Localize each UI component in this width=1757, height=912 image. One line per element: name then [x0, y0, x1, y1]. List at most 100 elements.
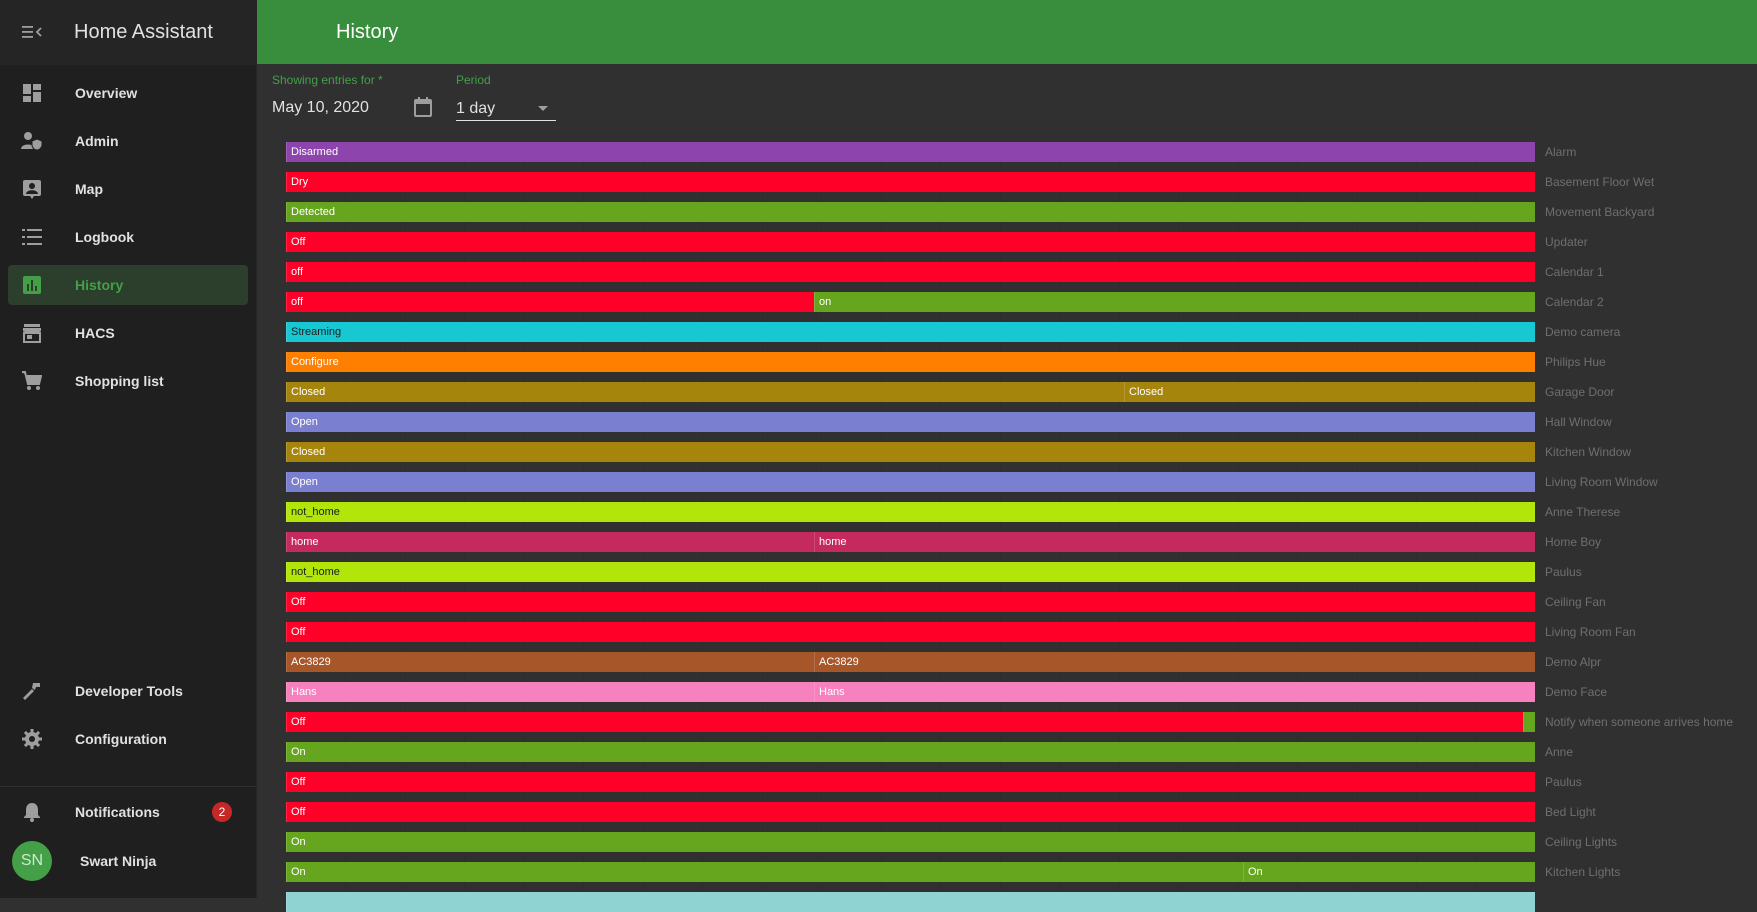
timeline-segment[interactable]: Disarmed	[286, 142, 1535, 162]
timeline-segment[interactable]: Open	[286, 472, 1535, 492]
timeline-row	[286, 892, 1757, 912]
sidebar-item-hacs[interactable]: HACS	[8, 313, 248, 353]
timeline-segment[interactable]: home	[814, 532, 1535, 552]
user-name: Swart Ninja	[80, 853, 157, 869]
timeline-segment[interactable]: AC3829	[814, 652, 1535, 672]
timeline-entity-label: Hall Window	[1545, 415, 1612, 429]
menu-toggle-button[interactable]	[0, 0, 64, 64]
sidebar-item-map[interactable]: Map	[8, 169, 248, 209]
timeline-entity-label: Philips Hue	[1545, 355, 1606, 369]
sidebar-item-configuration[interactable]: Configuration	[8, 719, 248, 759]
timeline-segment[interactable]: on	[814, 292, 1535, 312]
timeline-entity-label: Notify when someone arrives home	[1545, 715, 1734, 729]
timeline-segment[interactable]: On	[286, 862, 1243, 882]
timeline-row: not_home Anne Therese	[286, 502, 1757, 522]
timeline-segment[interactable]: On	[1243, 862, 1535, 882]
period-select-value: 1 day	[456, 100, 496, 117]
timeline-entity-label: Living Room Window	[1545, 475, 1658, 489]
date-picker[interactable]: Showing entries for * May 10, 2020	[272, 72, 432, 122]
timeline-segment[interactable]: off	[286, 262, 1535, 282]
timeline-segment[interactable]	[286, 892, 1535, 912]
timeline-row: Streaming Demo camera	[286, 322, 1757, 342]
timeline-segment[interactable]: Detected	[286, 202, 1535, 222]
sidebar-header: Home Assistant	[0, 0, 256, 65]
notification-count-badge: 2	[212, 802, 232, 822]
avatar: SN	[12, 841, 52, 881]
sidebar-item-overview[interactable]: Overview	[8, 73, 248, 113]
dashboard-icon	[23, 84, 41, 102]
timeline-row: On On Kitchen Lights	[286, 862, 1757, 882]
timeline-row: Open Hall Window	[286, 412, 1757, 432]
hammer-icon	[23, 683, 40, 700]
menu-open-icon	[22, 26, 42, 38]
timeline-row: Closed Kitchen Window	[286, 442, 1757, 462]
sidebar-item-history[interactable]: History	[8, 265, 248, 305]
timeline-segment[interactable]: Closed	[286, 382, 1124, 402]
app-title: Home Assistant	[74, 20, 213, 43]
timeline-entity-label: Demo Alpr	[1545, 655, 1602, 669]
timeline-segment[interactable]: AC3829	[286, 652, 814, 672]
timeline-row: Off Living Room Fan	[286, 622, 1757, 642]
period-select-underline	[456, 120, 556, 121]
timeline-entity-label: Anne	[1545, 745, 1574, 759]
sidebar-item-notifications[interactable]: Notifications 2	[8, 792, 248, 832]
timeline-segment[interactable]: off	[286, 292, 814, 312]
timeline-segment[interactable]: Open	[286, 412, 1535, 432]
sidebar-item-developer-tools[interactable]: Developer Tools	[8, 671, 248, 711]
timeline-segment[interactable]: Closed	[286, 442, 1535, 462]
period-select[interactable]: Period 1 day	[456, 72, 556, 122]
timeline-row: AC3829 AC3829 Demo Alpr	[286, 652, 1757, 672]
timeline-segment[interactable]: not_home	[286, 562, 1535, 582]
timeline-row: Off Updater	[286, 232, 1757, 252]
timeline-row: Disarmed Alarm	[286, 142, 1757, 162]
timeline-segment[interactable]: Streaming	[286, 322, 1535, 342]
timeline-entity-label: Calendar 1	[1545, 265, 1604, 279]
timeline-entity-label: Ceiling Lights	[1545, 835, 1618, 849]
account-box-icon	[23, 180, 41, 199]
timeline-row: Off Notify when someone arrives home	[286, 712, 1757, 732]
timeline-entity-label: Garage Door	[1545, 385, 1615, 399]
timeline-entity-label: Anne Therese	[1545, 505, 1621, 519]
timeline-row: Off Ceiling Fan	[286, 592, 1757, 612]
timeline-segment[interactable]: Off	[286, 232, 1535, 252]
sidebar-divider	[0, 786, 256, 787]
timeline-segment[interactable]: Hans	[286, 682, 814, 702]
calendar-icon[interactable]	[414, 97, 432, 122]
timeline-segment[interactable]: Hans	[814, 682, 1535, 702]
timeline-row: Closed Closed Garage Door	[286, 382, 1757, 402]
sidebar-item-shopping-list[interactable]: Shopping list	[8, 361, 248, 401]
timeline-segment[interactable]: Dry	[286, 172, 1535, 192]
timeline-row: On Ceiling Lights	[286, 832, 1757, 852]
timeline-segment[interactable]: Off	[286, 592, 1535, 612]
timeline-segment[interactable]: On	[286, 832, 1535, 852]
timeline-segment[interactable]: Off	[286, 802, 1535, 822]
timeline-row: Detected Movement Backyard	[286, 202, 1757, 222]
page-title: History	[336, 20, 399, 43]
timeline-segment[interactable]: Off	[286, 772, 1535, 792]
timeline-row: off Calendar 1	[286, 262, 1757, 282]
timeline-segment[interactable]	[1523, 712, 1535, 732]
timeline-segment[interactable]: home	[286, 532, 814, 552]
timeline-segment[interactable]: Configure	[286, 352, 1535, 372]
timeline-row: Hans Hans Demo Face	[286, 682, 1757, 702]
timeline-segment[interactable]: not_home	[286, 502, 1535, 522]
sidebar-item-logbook[interactable]: Logbook	[8, 217, 248, 257]
sidebar-item-label: HACS	[75, 325, 115, 341]
sidebar-item-admin[interactable]: Admin	[8, 121, 248, 161]
timeline-segment[interactable]: Off	[286, 622, 1535, 642]
sidebar: Home Assistant Overview Admin Map Logboo…	[0, 0, 257, 898]
sidebar-item-label: Developer Tools	[75, 683, 183, 699]
sidebar-user[interactable]: SN Swart Ninja	[8, 839, 248, 883]
sidebar-item-label: Logbook	[75, 229, 135, 245]
timeline-segment[interactable]: Off	[286, 712, 1523, 732]
timeline-entity-label: Updater	[1545, 235, 1588, 249]
timeline-entity-label: Alarm	[1545, 145, 1577, 159]
timeline-entity-label: Ceiling Fan	[1545, 595, 1606, 609]
timeline-segment[interactable]: Closed	[1124, 382, 1535, 402]
timeline-segment[interactable]: On	[286, 742, 1535, 762]
sidebar-item-label: Configuration	[75, 731, 167, 747]
timeline-row: home home Home Boy	[286, 532, 1757, 552]
sidebar-item-label: Overview	[75, 85, 138, 101]
timeline-entity-label: Basement Floor Wet	[1545, 175, 1655, 189]
timeline-entity-label: Demo camera	[1545, 325, 1621, 339]
